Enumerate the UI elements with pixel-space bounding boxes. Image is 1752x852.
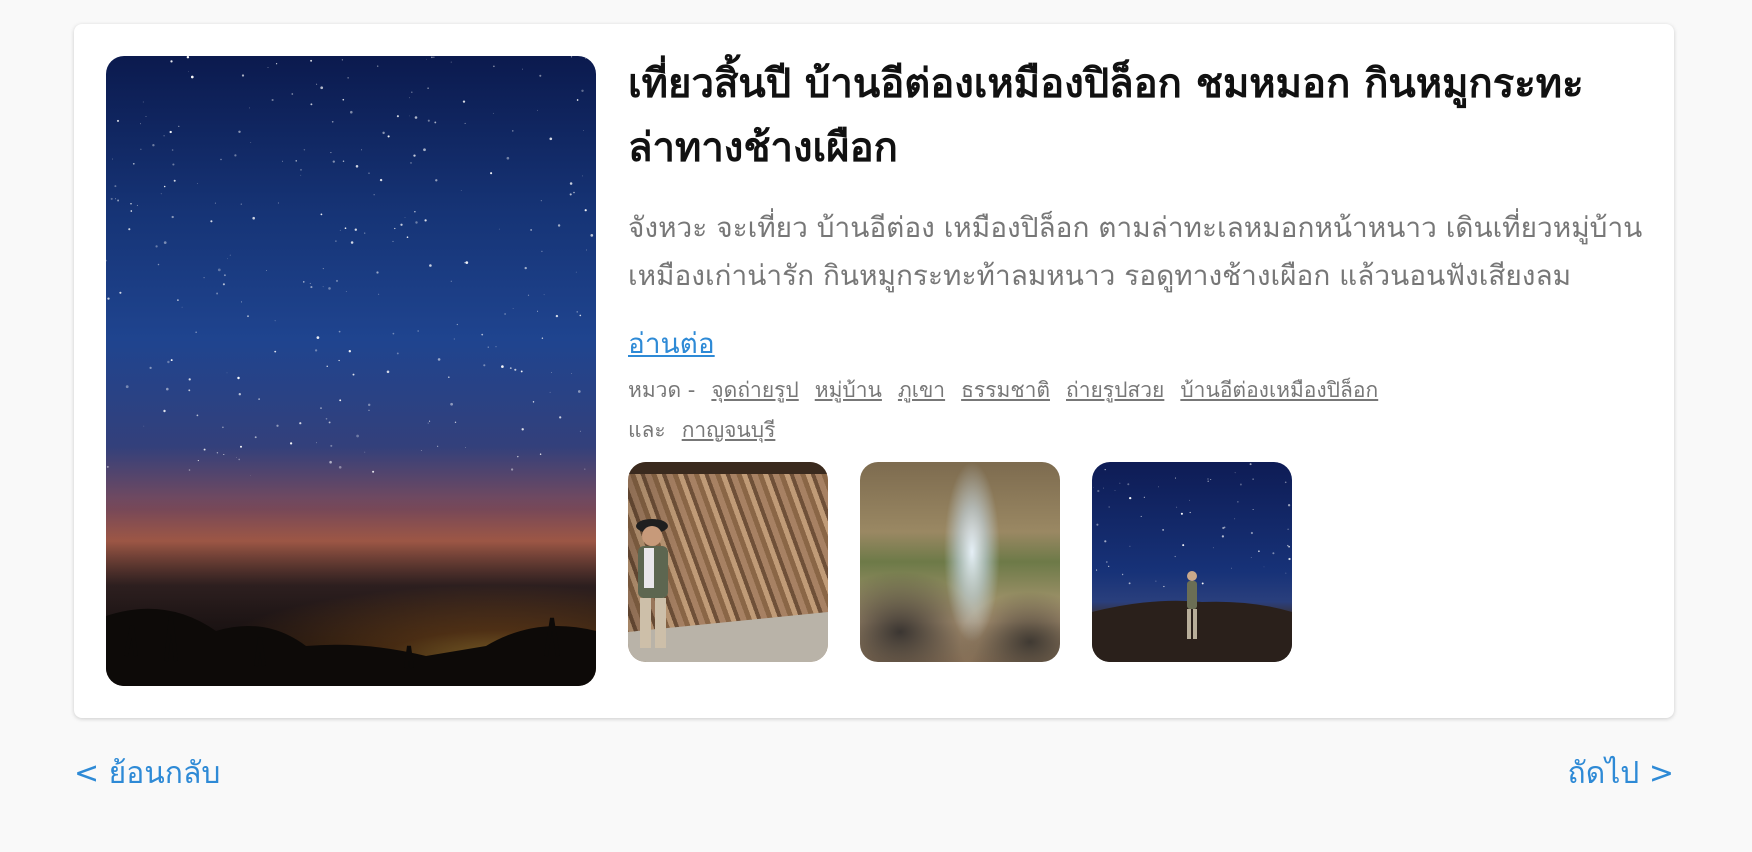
and-label: และ (628, 418, 666, 442)
category-link[interactable]: บ้านอีต่องเหมืองปิล็อก (1180, 370, 1378, 410)
province-link[interactable]: กาญจนบุรี (682, 410, 776, 450)
hero-image[interactable] (106, 56, 596, 686)
thumbnail-stargazer[interactable] (1092, 462, 1292, 662)
stargazer-figure (1092, 462, 1292, 662)
read-more-link[interactable]: อ่านต่อ (628, 326, 715, 362)
category-prefix: หมวด - (628, 378, 696, 402)
hill-silhouette (106, 608, 596, 686)
category-link[interactable]: ธรรมชาติ (961, 370, 1050, 410)
thumbnail-wish-tags[interactable] (628, 462, 828, 662)
next-page-link[interactable]: ถัดไป > (1568, 752, 1674, 796)
category-list: หมวด - จุดถ่ายรูป หมู่บ้าน ภูเขา ธรรมชาต… (628, 370, 1644, 450)
person-figure (628, 462, 828, 662)
post-excerpt: จังหวะ จะเที่ยว บ้านอีต่อง เหมืองปิล็อก … (628, 211, 1643, 292)
category-link[interactable]: ถ่ายรูปสวย (1066, 370, 1164, 410)
category-link[interactable]: จุดถ่ายรูป (711, 370, 798, 410)
category-link[interactable]: หมู่บ้าน (815, 370, 882, 410)
previous-page-link[interactable]: < ย้อนกลับ (74, 752, 220, 796)
post-card: เที่ยวสิ้นปี บ้านอีต่องเหมืองปิล็อก ชมหม… (74, 24, 1674, 718)
thumbnail-gallery (628, 462, 1644, 662)
thumbnail-waterfall[interactable] (860, 462, 1060, 662)
post-title[interactable]: เที่ยวสิ้นปี บ้านอีต่องเหมืองปิล็อก ชมหม… (628, 52, 1644, 180)
post-content: เที่ยวสิ้นปี บ้านอีต่องเหมืองปิล็อก ชมหม… (628, 52, 1644, 662)
category-link[interactable]: ภูเขา (898, 370, 945, 410)
